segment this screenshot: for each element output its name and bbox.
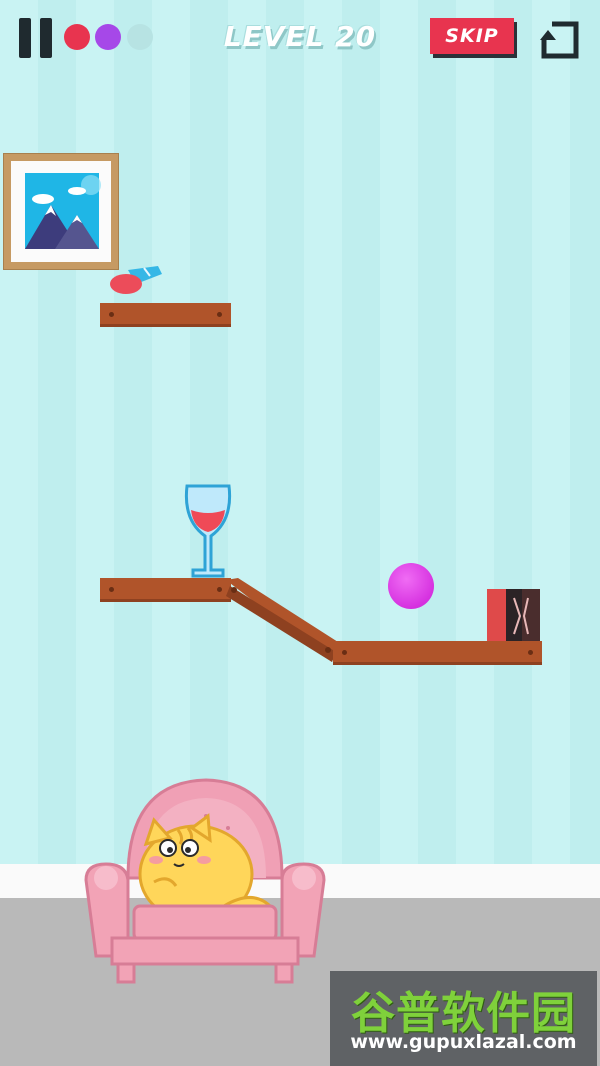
- level-title: LEVEL 20: [223, 20, 377, 53]
- armchair-with-cat: [84, 778, 326, 984]
- watermark-url: www.gupuxlazal.com: [350, 1031, 577, 1053]
- skip-button[interactable]: SKIP: [430, 18, 514, 54]
- wall-background: [0, 0, 600, 864]
- top-shelf-platform: [100, 303, 231, 327]
- purple-ball[interactable]: [388, 563, 434, 609]
- nail: [109, 587, 114, 592]
- restart-icon[interactable]: [538, 18, 582, 62]
- left-mid-platform: [100, 578, 231, 602]
- pause-icon-bar-right: [40, 18, 52, 58]
- ball-indicator-purple: [95, 24, 121, 50]
- book-red: [487, 589, 507, 641]
- watermark: 谷普软件园 www.gupuxlazal.com: [330, 971, 597, 1066]
- spilled-glass-icon: [110, 266, 162, 294]
- ball-indicator-empty: [127, 24, 153, 50]
- nail: [342, 650, 347, 655]
- mountain-picture-icon: [25, 173, 101, 249]
- picture-mat: [11, 161, 111, 262]
- nail: [528, 650, 533, 655]
- nail: [217, 312, 222, 317]
- ball-indicator-red: [64, 24, 90, 50]
- wine-glass-icon: [184, 484, 232, 578]
- nail: [109, 312, 114, 317]
- picture-frame: [3, 153, 119, 270]
- book-spine-pattern: [513, 597, 529, 635]
- ramp-platform: [226, 578, 338, 662]
- right-low-platform: [333, 641, 542, 665]
- pause-button[interactable]: [19, 18, 55, 58]
- pause-icon-bar-left: [19, 18, 31, 58]
